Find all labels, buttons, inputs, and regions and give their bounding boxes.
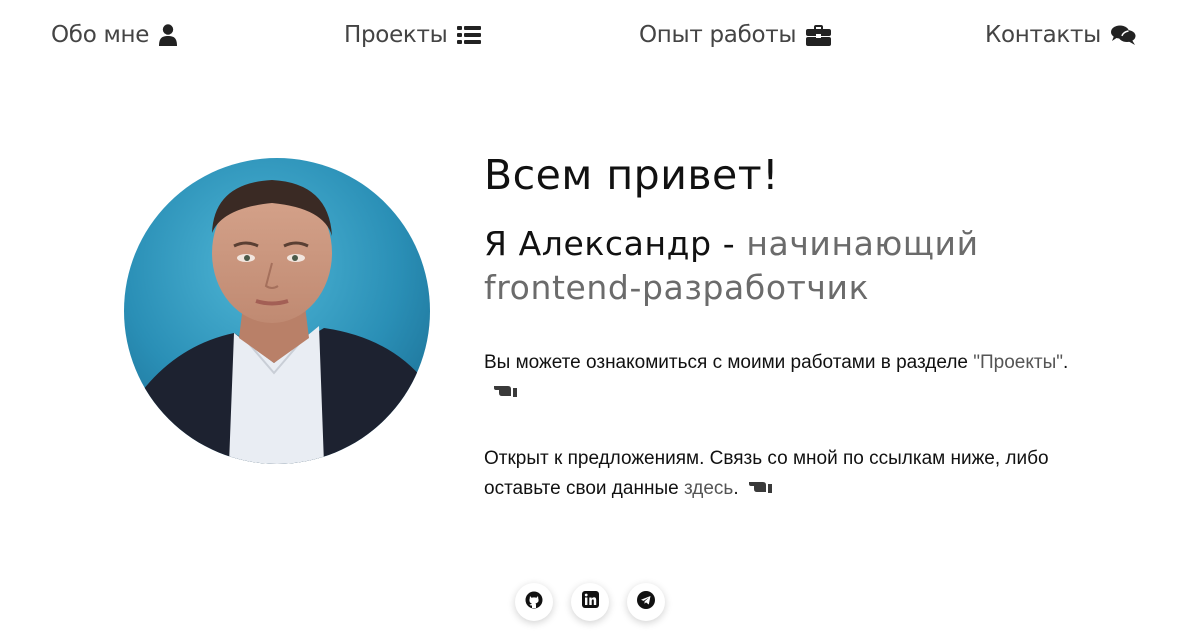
- nav-item-label: Контакты: [985, 22, 1101, 48]
- telegram-link[interactable]: [627, 583, 665, 621]
- hero-section: Всем привет! Я Александр - начинающий fr…: [484, 148, 1104, 504]
- briefcase-icon: [806, 24, 832, 46]
- projects-text: Вы можете ознакомиться с моими работами …: [484, 352, 974, 373]
- avatar: [124, 158, 430, 464]
- greeting-heading: Всем привет!: [484, 151, 780, 199]
- linkedin-icon: [581, 591, 599, 613]
- nav-item-label: Обо мне: [51, 22, 150, 48]
- nav-item-experience[interactable]: Опыт работы: [639, 20, 832, 50]
- nav-item-contacts[interactable]: Контакты: [985, 20, 1136, 50]
- nav-item-label: Проекты: [344, 22, 448, 48]
- list-icon: [457, 25, 482, 45]
- github-link[interactable]: [515, 583, 553, 621]
- projects-link[interactable]: "Проекты": [973, 352, 1063, 373]
- portrait-photo: [124, 158, 430, 464]
- contact-form-link[interactable]: здесь: [684, 478, 733, 499]
- contact-end: .: [733, 478, 739, 500]
- social-links: [515, 583, 665, 621]
- nav-item-label: Опыт работы: [639, 22, 797, 48]
- user-icon: [159, 24, 178, 46]
- intro-name: Я Александр -: [484, 224, 747, 263]
- telegram-icon: [637, 590, 655, 614]
- contact-paragraph: Открыт к предложениям. Связь со мной по …: [484, 444, 1104, 504]
- nav-item-projects[interactable]: Проекты: [344, 20, 482, 50]
- linkedin-link[interactable]: [571, 583, 609, 621]
- page: Обо мне Проекты Опыт работы Контакты Все…: [0, 0, 1190, 642]
- pointing-hand-icon: [748, 474, 775, 504]
- chat-bubbles-icon: [1110, 25, 1136, 45]
- nav-item-about[interactable]: Обо мне: [51, 20, 178, 50]
- projects-paragraph: Вы можете ознакомиться с моими работами …: [484, 348, 1104, 408]
- github-icon: [525, 591, 543, 614]
- intro-heading: Я Александр - начинающий frontend-разраб…: [484, 222, 1104, 310]
- projects-end: .: [1063, 352, 1069, 373]
- pointing-hand-icon: [494, 378, 520, 408]
- top-navigation: Обо мне Проекты Опыт работы Контакты: [0, 0, 1190, 70]
